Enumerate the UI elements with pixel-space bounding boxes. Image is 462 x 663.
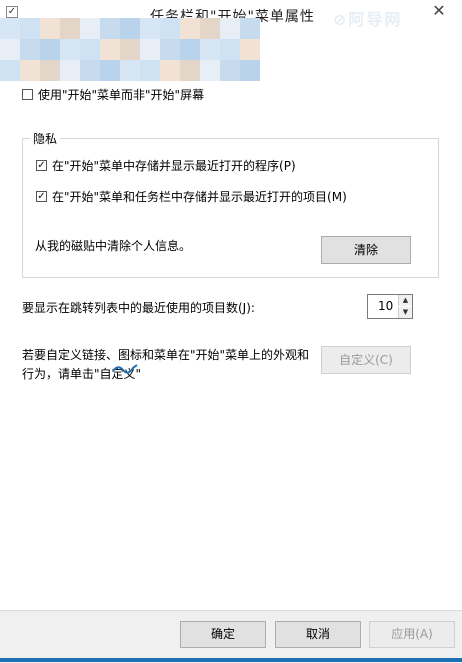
title-check-icon: ✓: [6, 6, 18, 18]
pixel-cell: [100, 18, 120, 39]
pixel-cell: [180, 39, 200, 60]
jumplist-count-label: 要显示在跳转列表中的最近使用的项目数(J):: [22, 301, 255, 315]
pixel-cell: [240, 39, 260, 60]
use-start-menu-checkbox[interactable]: [22, 89, 33, 100]
customize-button[interactable]: 自定义(C): [321, 346, 411, 374]
pixel-cell: [20, 39, 40, 60]
use-start-menu-label: 使用"开始"菜单而非"开始"屏幕: [38, 88, 205, 102]
pixel-cell: [0, 60, 20, 81]
pixel-cell: [220, 18, 240, 39]
jumplist-count-stepper[interactable]: 10 ▲ ▼: [367, 294, 413, 319]
store-items-label: 在"开始"菜单和任务栏中存储并显示最近打开的项目(M): [52, 190, 347, 204]
pixel-cell: [180, 18, 200, 39]
pixel-cell: [80, 18, 100, 39]
pixel-cell: [100, 39, 120, 60]
scribble-mark: [112, 364, 138, 374]
jumplist-count-value[interactable]: 10: [378, 299, 393, 313]
pixel-cell: [220, 60, 240, 81]
pixel-cell: [100, 60, 120, 81]
pixel-cell: [40, 39, 60, 60]
close-icon[interactable]: ✕: [430, 2, 448, 20]
customize-label-line1: 若要自定义链接、图标和菜单在"开始"菜单上的外观和: [22, 348, 310, 362]
watermark-logo: ⊘阿导网: [333, 10, 403, 29]
dialog-footer: 确定 取消 应用(A): [0, 610, 462, 663]
pixel-cell: [120, 60, 140, 81]
pixel-cell: [20, 60, 40, 81]
pixel-cell: [60, 18, 80, 39]
pixel-cell: [160, 60, 180, 81]
pixel-cell: [80, 60, 100, 81]
obscured-tabs-region: [0, 18, 260, 82]
apply-button[interactable]: 应用(A): [369, 621, 455, 648]
pixel-cell: [240, 60, 260, 81]
spin-up-icon[interactable]: ▲: [398, 295, 412, 306]
pixel-cell: [140, 39, 160, 60]
cancel-button[interactable]: 取消: [275, 621, 361, 648]
store-programs-checkbox[interactable]: ✓: [36, 160, 47, 171]
pixel-cell: [200, 60, 220, 81]
pixel-cell: [200, 39, 220, 60]
pixel-cell: [60, 39, 80, 60]
pixel-cell: [160, 18, 180, 39]
pixel-cell: [80, 39, 100, 60]
pixel-cell: [120, 18, 140, 39]
pixel-cell: [20, 18, 40, 39]
pixel-cell: [140, 18, 160, 39]
taskbar-edge: [0, 658, 462, 662]
privacy-group-title: 隐私: [30, 130, 61, 147]
pixel-cell: [40, 18, 60, 39]
pixel-cell: [0, 39, 20, 60]
clear-info-label: 从我的磁贴中清除个人信息。: [35, 239, 192, 253]
clear-button[interactable]: 清除: [321, 236, 411, 264]
store-items-checkbox[interactable]: ✓: [36, 191, 47, 202]
store-programs-label: 在"开始"菜单中存储并显示最近打开的程序(P): [52, 159, 296, 173]
pixel-cell: [40, 60, 60, 81]
pixel-cell: [240, 18, 260, 39]
pixel-cell: [200, 18, 220, 39]
pixel-cell: [160, 39, 180, 60]
pixel-cell: [140, 60, 160, 81]
spin-down-icon[interactable]: ▼: [398, 307, 412, 318]
pixel-cell: [60, 60, 80, 81]
ok-button[interactable]: 确定: [180, 621, 266, 648]
pixel-cell: [0, 18, 20, 39]
pixel-cell: [120, 39, 140, 60]
pixel-cell: [180, 60, 200, 81]
pixel-cell: [220, 39, 240, 60]
